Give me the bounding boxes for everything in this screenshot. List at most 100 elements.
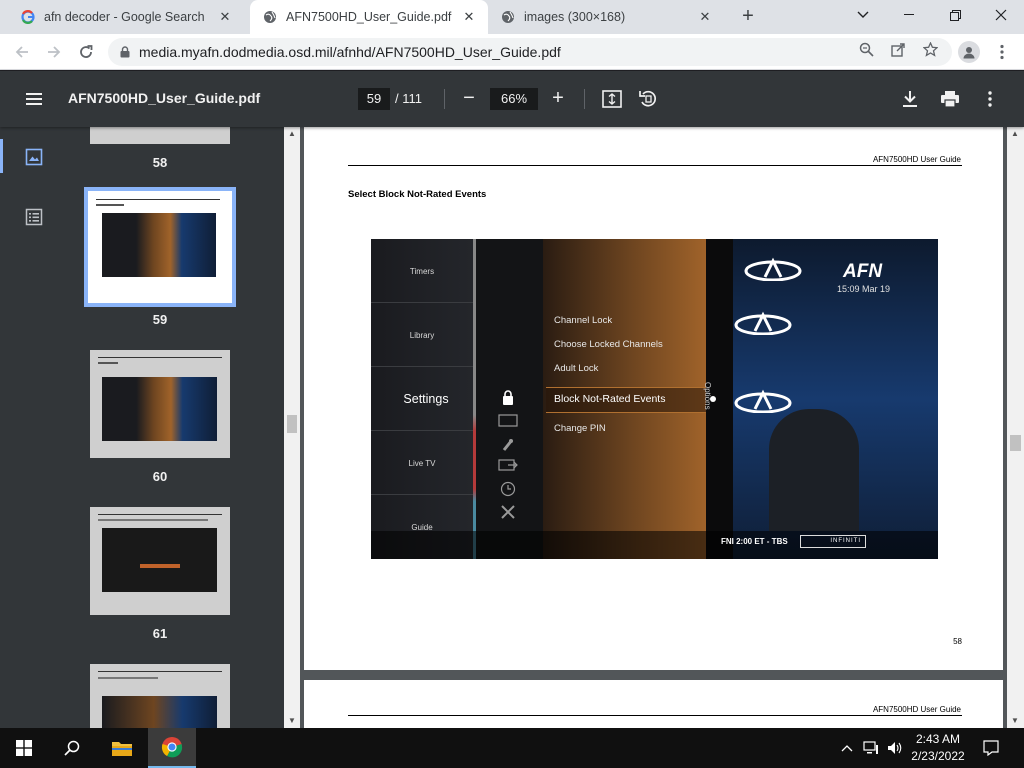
scrollbar-thumb[interactable] [1010,435,1021,451]
tab-title: images (300×168) [524,10,626,24]
tab-images[interactable]: images (300×168) ✕ [488,0,724,34]
thumbnail-label: 60 [152,469,168,484]
tv-clock: 15:09 Mar 19 [837,284,891,294]
windows-taskbar: 2:43 AM 2/23/2022 [0,728,1024,768]
thumbnail-label: 61 [152,626,168,641]
page-header-text: AFN7500HD User Guide [872,705,961,714]
close-window-button[interactable] [978,0,1024,30]
pdf-page: AFN7500HD User Guide Select Block Not-Ra… [304,127,1003,670]
tv-option-item-selected: Block Not-Rated Events [554,393,666,405]
page-thumbnail-61[interactable] [90,507,230,615]
tab-search-icon[interactable] [840,0,886,30]
restore-button[interactable] [932,0,978,30]
infiniti-logo-art [733,389,793,416]
infiniti-logo-art [733,311,793,338]
notification-icon[interactable] [982,739,1000,757]
bookmark-star-icon[interactable] [921,40,939,58]
address-bar[interactable]: media.myafn.dodmedia.osd.mil/afnhd/AFN75… [108,38,952,66]
scrollbar-thumb[interactable] [287,415,297,433]
close-icon[interactable]: ✕ [216,8,234,26]
remote-icon [498,436,518,452]
url-text: media.myafn.dodmedia.osd.mil/afnhd/AFN75… [139,44,561,60]
new-tab-button[interactable]: + [736,5,760,29]
rotate-icon[interactable] [637,88,659,110]
network-icon[interactable] [862,739,880,757]
tv-menu-item: Library [409,331,435,340]
taskbar-clock-time[interactable]: 2:43 AM [906,732,970,746]
file-explorer-icon[interactable] [98,728,146,768]
tv-divider [371,494,473,495]
tab-pdf[interactable]: AFN7500HD_User_Guide.pdf ✕ [250,0,488,34]
tv-divider [371,430,473,431]
zoom-out-button[interactable]: − [459,87,479,111]
active-indicator [0,139,3,173]
globe-icon [500,9,516,25]
hamburger-menu-icon[interactable] [24,89,44,109]
page-thumbnail-58[interactable] [90,127,230,144]
close-icon[interactable]: ✕ [696,8,714,26]
presenter-silhouette [769,409,859,531]
forward-arrow-icon[interactable] [42,40,66,64]
search-icon[interactable] [48,728,96,768]
fit-to-page-icon[interactable] [601,88,623,110]
page-total: / 111 [395,91,422,106]
outline-view-icon[interactable] [24,207,44,227]
download-icon[interactable] [899,88,921,110]
pdf-viewer[interactable]: AFN7500HD User Guide Select Block Not-Ra… [300,127,1007,728]
pdf-page-next: AFN7500HD User Guide [304,680,1003,728]
page-thumbnail-60[interactable] [90,350,230,458]
scroll-down-arrow-icon[interactable]: ▼ [284,714,300,728]
share-icon[interactable] [889,40,907,58]
print-icon[interactable] [939,88,961,110]
more-options-icon[interactable] [979,88,1001,110]
header-rule [348,715,962,716]
close-icon[interactable]: ✕ [460,8,478,26]
reload-icon[interactable] [74,40,98,64]
zoom-level-input[interactable]: 66% [490,88,538,110]
thumbnails-view-icon[interactable] [24,147,44,167]
tv-now-playing: FNI 2:00 ET - TBS [721,537,788,546]
minimize-button[interactable] [886,0,932,30]
zoom-magnifier-icon[interactable] [857,40,875,58]
tv-option-item: Choose Locked Channels [554,339,663,350]
windows-start-icon[interactable] [0,728,48,768]
page-number: 58 [953,637,962,646]
kebab-menu-icon[interactable] [992,42,1012,62]
page-thumbnail-62[interactable] [90,664,230,728]
back-arrow-icon[interactable] [10,40,34,64]
lock-icon[interactable] [120,46,130,58]
chevron-up-icon[interactable] [838,739,856,757]
scroll-up-arrow-icon[interactable]: ▲ [284,127,300,141]
zoom-in-button[interactable]: + [548,87,568,111]
tv-option-item: Change PIN [554,423,606,434]
taskbar-clock-date[interactable]: 2/23/2022 [906,749,970,763]
scroll-down-arrow-icon[interactable]: ▼ [1007,714,1023,728]
tv-divider [371,302,473,303]
viewer-scrollbar[interactable]: ▲ ▼ [1007,127,1024,728]
page-number-input[interactable]: 59 [358,88,390,110]
tools-icon [498,504,518,520]
page-header-text: AFN7500HD User Guide [872,155,961,164]
thumbnail-label: 59 [152,312,168,327]
page-thumbnail-59[interactable] [84,187,236,307]
input-icon [498,458,518,474]
chrome-icon[interactable] [148,728,196,768]
tv-option-item: Channel Lock [554,315,613,326]
toolbar-divider [584,89,585,109]
sidebar-scrollbar[interactable]: ▲ ▼ [284,127,300,728]
tv-menu-item: Timers [409,267,435,276]
thumbnail-label: 58 [152,155,168,170]
tab-title: AFN7500HD_User_Guide.pdf [286,10,452,24]
volume-icon[interactable] [886,739,904,757]
screen-icon [498,413,518,429]
tab-strip: afn decoder - Google Search ✕ AFN7500HD_… [0,0,1024,34]
tab-google-search[interactable]: afn decoder - Google Search ✕ [8,0,244,34]
profile-avatar-icon[interactable] [958,41,980,63]
scroll-up-arrow-icon[interactable]: ▲ [1007,127,1023,141]
browser-toolbar: media.myafn.dodmedia.osd.mil/afnhd/AFN75… [0,34,1024,70]
tv-menu-item-selected: Settings [403,392,449,406]
tv-divider [371,366,473,367]
clock-icon [498,481,518,497]
afn-logo: AFN [843,261,883,282]
tab-title: afn decoder - Google Search [44,10,205,24]
